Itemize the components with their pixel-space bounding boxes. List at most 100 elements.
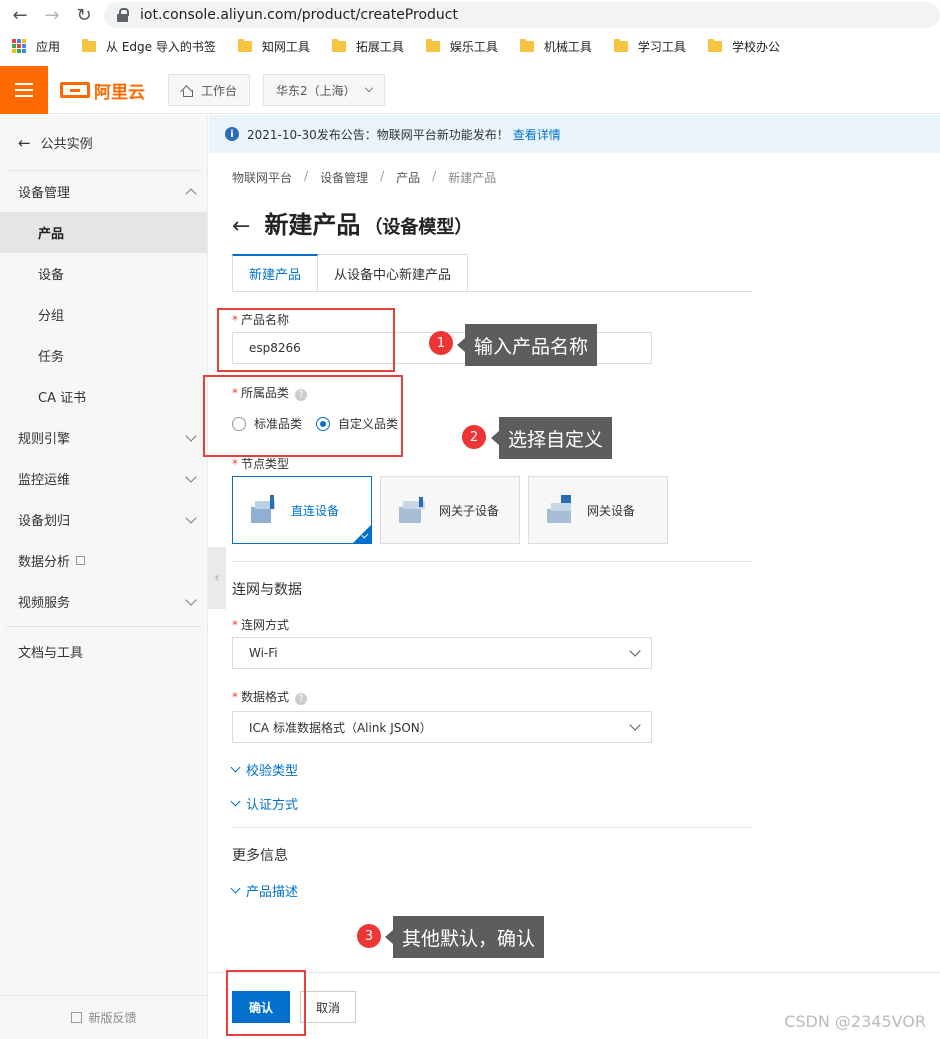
breadcrumb-item[interactable]: 产品 <box>396 169 420 186</box>
announcement-bar: i 2021-10-30发布公告：物联网平台新功能发布！ 查看详情 <box>209 115 940 153</box>
folder-icon <box>331 38 346 52</box>
direct-device-icon <box>249 495 279 525</box>
annotation-badge-1: 1 <box>429 331 453 355</box>
bookmarks-bar: 应用 从 Edge 导入的书签 知网工具 拓展工具 娱乐工具 机械工具 学习工具… <box>0 32 940 60</box>
workbench-button[interactable]: 工作台 <box>168 74 251 106</box>
cancel-button[interactable]: 取消 <box>300 991 356 1023</box>
bookmark-folder[interactable]: 从 Edge 导入的书签 <box>82 38 216 55</box>
node-card-gateway-device[interactable]: 网关设备 <box>528 476 668 544</box>
chevron-down-icon <box>185 512 197 524</box>
sidebar-item[interactable]: 规则引擎 <box>0 417 207 458</box>
sidebar-item[interactable]: CA 证书 <box>0 376 207 417</box>
annotation-badge-2: 2 <box>462 425 486 449</box>
forward-arrow-icon[interactable]: → <box>38 1 66 29</box>
sidebar-item[interactable]: 产品 <box>0 212 207 253</box>
hamburger-menu-icon[interactable] <box>0 66 48 114</box>
back-arrow-icon[interactable]: ← <box>6 1 34 29</box>
annotation-callout-1: 输入产品名称 <box>456 324 598 366</box>
chevron-down-icon <box>230 796 241 807</box>
browser-address-bar: ← → ↻ iot.console.aliyun.com/product/cre… <box>0 0 940 30</box>
external-link-icon <box>76 556 86 565</box>
announcement-link[interactable]: 查看详情 <box>513 126 561 143</box>
node-card-gateway-sub-device[interactable]: 网关子设备 <box>380 476 520 544</box>
sidebar-item[interactable]: 设备划归 <box>0 499 207 540</box>
auth-method-toggle[interactable]: 认证方式 <box>230 794 298 813</box>
bookmark-folder[interactable]: 学习工具 <box>613 38 686 55</box>
feedback-icon <box>71 1012 83 1023</box>
sidebar-item[interactable]: 任务 <box>0 335 207 376</box>
url-text: iot.console.aliyun.com/product/createPro… <box>140 7 458 23</box>
chevron-down-icon <box>185 594 197 606</box>
bookmark-folder[interactable]: 知网工具 <box>237 38 310 55</box>
lock-icon <box>116 8 130 22</box>
breadcrumb-item[interactable]: 设备管理 <box>320 169 368 186</box>
folder-icon <box>707 38 722 52</box>
gateway-sub-device-icon <box>397 495 427 525</box>
sidebar-item[interactable]: 设备管理 <box>0 171 207 212</box>
chevron-down-icon <box>629 645 641 657</box>
chevron-down-icon <box>185 471 197 483</box>
folder-icon <box>613 38 628 52</box>
sidebar-item[interactable]: 分组 <box>0 294 207 335</box>
info-icon: i <box>225 127 239 141</box>
aliyun-logo-icon <box>60 82 90 98</box>
sidebar-item[interactable]: 视频服务 <box>0 581 207 622</box>
reload-icon[interactable]: ↻ <box>70 1 98 29</box>
data-format-label: * 数据格式? <box>232 688 308 705</box>
network-select[interactable]: Wi-Fi <box>232 637 652 669</box>
help-icon[interactable]: ? <box>295 693 308 705</box>
tab-new-product[interactable]: 新建产品 <box>232 254 319 292</box>
bookmark-folder[interactable]: 机械工具 <box>519 38 592 55</box>
section-divider <box>232 561 752 562</box>
section-network-data: 连网与数据 <box>232 582 302 598</box>
section-more-info: 更多信息 <box>232 848 288 864</box>
section-divider <box>232 827 752 828</box>
breadcrumb-current: 新建产品 <box>448 171 497 185</box>
annotation-callout-2: 选择自定义 <box>490 417 613 459</box>
watermark: CSDN @2345VOR <box>784 1012 926 1031</box>
chevron-down-icon <box>230 883 241 894</box>
sidebar-back-public-instance[interactable]: ← 公共实例 <box>6 115 201 171</box>
breadcrumb-item[interactable]: 物联网平台 <box>232 169 292 186</box>
network-label: * 连网方式 <box>232 618 290 632</box>
home-icon <box>181 85 193 97</box>
folder-icon <box>237 38 252 52</box>
verify-type-toggle[interactable]: 校验类型 <box>230 760 298 779</box>
arrow-left-icon: ← <box>18 133 31 152</box>
tabs: 新建产品 从设备中心新建产品 <box>232 254 469 292</box>
feedback-button[interactable]: 新版反馈 <box>0 995 208 1039</box>
url-input[interactable]: iot.console.aliyun.com/product/createPro… <box>104 2 940 28</box>
annotation-box-category <box>203 375 403 457</box>
chevron-down-icon <box>629 719 641 731</box>
region-select[interactable]: 华东2（上海） <box>263 74 385 106</box>
page-title: ← 新建产品 （设备模型） <box>232 211 473 239</box>
sidebar-collapse-handle[interactable]: ‹ <box>208 547 226 609</box>
chevron-down-icon <box>230 762 241 773</box>
back-arrow-icon[interactable]: ← <box>232 214 250 239</box>
tabs-divider <box>232 291 752 292</box>
bookmark-apps[interactable]: 应用 <box>12 38 60 55</box>
bookmark-folder[interactable]: 拓展工具 <box>331 38 404 55</box>
bookmark-folder[interactable]: 娱乐工具 <box>425 38 498 55</box>
annotation-box-product-name <box>217 308 395 372</box>
product-desc-toggle[interactable]: 产品描述 <box>230 881 298 900</box>
chevron-down-icon <box>364 83 374 93</box>
sidebar-divider <box>6 626 201 627</box>
sidebar-item-docs[interactable]: 文档与工具 <box>0 631 207 672</box>
aliyun-logo[interactable]: 阿里云 <box>60 79 145 103</box>
annotation-callout-3: 其他默认，确认 <box>384 916 545 958</box>
chevron-down-icon <box>185 430 197 442</box>
sidebar-item[interactable]: 数据分析 <box>0 540 207 581</box>
announcement-text: 2021-10-30发布公告：物联网平台新功能发布！ <box>247 127 509 142</box>
console-topbar: 阿里云 工作台 华东2（上海） <box>0 66 940 114</box>
bookmark-folder[interactable]: 学校办公 <box>707 38 780 55</box>
tab-from-device-center[interactable]: 从设备中心新建产品 <box>318 254 469 292</box>
folder-icon <box>425 38 440 52</box>
sidebar-item[interactable]: 监控运维 <box>0 458 207 499</box>
node-card-direct-device[interactable]: 直连设备 <box>232 476 372 544</box>
node-type-label: * 节点类型 <box>232 457 290 471</box>
sidebar-item[interactable]: 设备 <box>0 253 207 294</box>
data-format-select[interactable]: ICA 标准数据格式（Alink JSON） <box>232 711 652 743</box>
chevron-left-icon: ‹ <box>214 570 220 586</box>
annotation-box-confirm <box>226 970 306 1036</box>
